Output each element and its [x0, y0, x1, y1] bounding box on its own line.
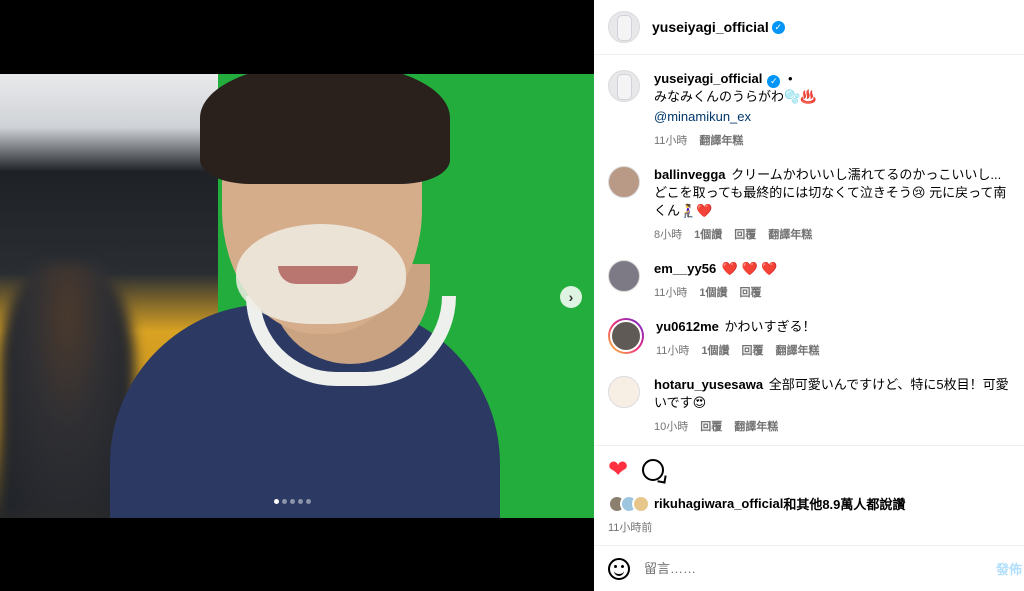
likes-summary[interactable]: rikuhagiwara_official 和其他8.9萬人都說讚: [608, 494, 905, 513]
verified-badge-icon: ✓: [771, 20, 785, 34]
commenter-avatar[interactable]: [608, 260, 640, 292]
comment-time[interactable]: 10小時: [654, 418, 688, 436]
translate-link[interactable]: 翻譯年糕: [768, 226, 812, 244]
comment-item: em__yy56 ❤️ ❤️ ❤️ 11小時 1個讚 回覆: [608, 260, 1010, 302]
commenter-avatar[interactable]: [608, 166, 640, 198]
eye-right: [345, 160, 371, 172]
comment-item: hotaru_yusesawa 全部可愛いんですけど、特に5枚目！可愛いです😍 …: [608, 376, 1010, 436]
verified-badge-icon: ✓: [767, 75, 781, 88]
emoji-icon[interactable]: [608, 557, 630, 580]
reply-button[interactable]: 回覆: [742, 342, 764, 360]
author-username[interactable]: yuseiyagi_official: [652, 19, 769, 35]
carousel-dot: [274, 499, 279, 504]
dot-separator: •: [788, 71, 793, 86]
caption-time[interactable]: 11小時: [654, 132, 687, 150]
caption-mention-link[interactable]: @minamikun_ex: [654, 108, 1010, 126]
comment-likes[interactable]: 1個讚: [699, 284, 727, 302]
translate-link[interactable]: 翻譯年糕: [699, 132, 743, 150]
post-side-panel: yuseiyagi_official ✓ · yuseiyagi_officia…: [594, 0, 1024, 591]
caption: yuseiyagi_official ✓ • みなみくんのうらがわ🫧♨️ @min…: [608, 70, 1010, 150]
media-pane: ›: [0, 0, 594, 591]
post-button[interactable]: 發佈: [996, 559, 1022, 578]
reply-button[interactable]: 回覆: [700, 418, 722, 436]
comment-username[interactable]: hotaru_yusesawa: [654, 377, 763, 392]
liker-avatar: [632, 494, 650, 513]
eye-left: [250, 160, 276, 172]
carousel-dot: [282, 499, 287, 504]
comment-time[interactable]: 8小時: [654, 226, 682, 244]
author-avatar[interactable]: [608, 70, 640, 102]
comment-thread[interactable]: yuseiyagi_official ✓ • みなみくんのうらがわ🫧♨️ @min…: [594, 56, 1024, 444]
comment-time[interactable]: 11小時: [654, 284, 687, 302]
translate-link[interactable]: 翻譯年糕: [776, 342, 820, 360]
commenter-avatar[interactable]: [610, 320, 642, 352]
comment-username[interactable]: yu0612me: [656, 319, 719, 334]
liker-avatars: [608, 494, 650, 513]
commenter-avatar[interactable]: [608, 376, 640, 408]
comment-username[interactable]: ballinvegga: [654, 167, 726, 182]
comment-likes[interactable]: 1個讚: [701, 342, 729, 360]
post-header: yuseiyagi_official ✓ ·: [594, 0, 1024, 55]
comment-time[interactable]: 11小時: [656, 342, 689, 360]
comment-item: ballinvegga クリームかわいいし濡れてるのかっこいいし...どこを取っ…: [608, 166, 1010, 244]
translate-link[interactable]: 翻譯年糕: [734, 418, 778, 436]
chevron-right-icon[interactable]: ›: [560, 286, 582, 308]
author-avatar[interactable]: [608, 11, 640, 43]
likes-count-text[interactable]: 和其他8.9萬人都說讚: [783, 494, 905, 513]
carousel-dot: [298, 499, 303, 504]
comment-text: ❤️ ❤️ ❤️: [721, 261, 778, 276]
caption-username[interactable]: yuseiyagi_official: [654, 71, 762, 86]
caption-text: みなみくんのうらがわ🫧♨️: [654, 89, 817, 104]
reply-button[interactable]: 回覆: [734, 226, 756, 244]
comment-composer: 發佈: [594, 545, 1024, 591]
carousel-dot: [306, 499, 311, 504]
carousel-dot: [290, 499, 295, 504]
comment-username[interactable]: em__yy56: [654, 261, 716, 276]
hair: [200, 74, 450, 184]
comment-likes[interactable]: 1個讚: [694, 226, 722, 244]
liker-username[interactable]: rikuhagiwara_official: [654, 496, 783, 511]
post-photo[interactable]: [0, 74, 594, 518]
like-heart-icon[interactable]: ❤: [608, 457, 628, 482]
comment-text: かわいすぎる！: [724, 319, 816, 334]
posted-time[interactable]: 11小時前: [608, 519, 652, 535]
comment-icon[interactable]: [642, 458, 665, 481]
carousel-dots: [274, 499, 311, 504]
action-bar: ❤: [594, 445, 1024, 493]
comment-item: yu0612me かわいすぎる！ 11小時 1個讚 回覆 翻譯年糕: [608, 318, 1010, 360]
reply-button[interactable]: 回覆: [740, 284, 762, 302]
mouth: [278, 266, 358, 284]
story-ring[interactable]: [608, 318, 644, 354]
comment-input[interactable]: [644, 561, 984, 576]
